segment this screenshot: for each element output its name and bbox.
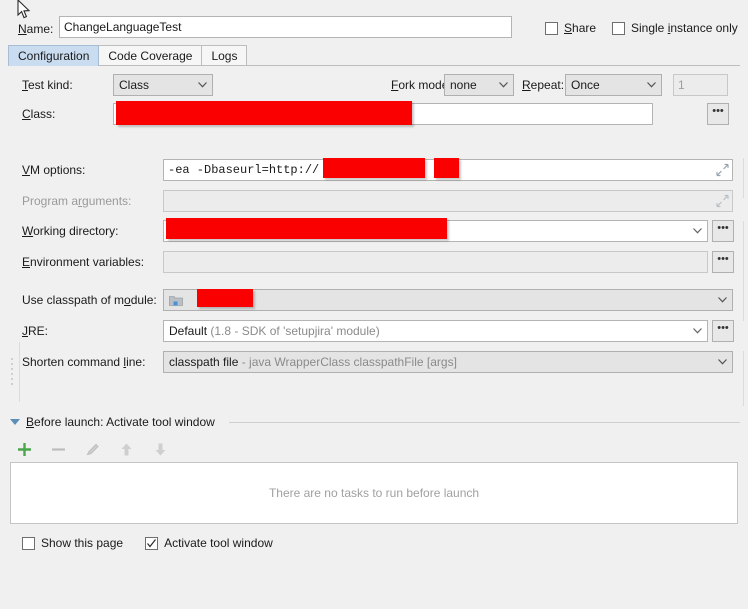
use-classpath-of-module-label: Use classpath of module: xyxy=(22,293,157,307)
chevron-down-icon xyxy=(714,290,730,310)
before-launch-header[interactable]: Before launch: Activate tool window xyxy=(10,415,740,429)
tab-code-coverage[interactable]: Code Coverage xyxy=(98,45,203,66)
ellipsis-icon: ••• xyxy=(717,322,729,334)
move-up-button xyxy=(114,437,138,461)
expand-icon xyxy=(715,194,730,209)
run-debug-configuration-dialog: Name: ChangeLanguageTest Share Single in… xyxy=(0,0,748,609)
repeat-value: Once xyxy=(571,78,600,92)
move-down-button xyxy=(148,437,172,461)
before-launch-task-list[interactable]: There are no tasks to run before launch xyxy=(10,462,738,524)
environment-variables-input xyxy=(163,251,708,273)
chevron-down-icon xyxy=(689,221,705,241)
class-redaction xyxy=(116,101,412,125)
configuration-panel: Test kind: Class Fork mode: none Repeat:… xyxy=(8,66,744,406)
edit-task-button xyxy=(80,437,104,461)
single-instance-checkbox-box[interactable] xyxy=(612,21,625,35)
working-directory-browse-button[interactable]: ••• xyxy=(712,220,734,242)
activate-tool-window-checkbox[interactable]: Activate tool window xyxy=(145,536,273,550)
ellipsis-icon: ••• xyxy=(717,253,729,265)
show-this-page-checkbox-label: Show this page xyxy=(41,536,124,550)
panel-divider-left xyxy=(19,342,20,402)
before-launch-title: Before launch: Activate tool window xyxy=(26,415,215,429)
before-launch-toolbar xyxy=(12,437,172,461)
single-instance-checkbox-label: Single instance only xyxy=(631,21,738,35)
activate-tool-window-checkbox-label: Activate tool window xyxy=(164,536,273,550)
repeat-combo[interactable]: Once xyxy=(565,74,662,96)
tab-bar: Configuration Code Coverage Logs xyxy=(8,44,248,66)
test-kind-label: Test kind: xyxy=(22,78,73,92)
repeat-label: Repeat: xyxy=(522,78,565,92)
use-classpath-of-module-redaction xyxy=(197,289,253,307)
vm-options-redaction-host xyxy=(323,158,425,178)
shorten-command-line-label: Shorten command line: xyxy=(22,355,146,369)
environment-variables-label: Environment variables: xyxy=(22,255,145,269)
share-checkbox-box[interactable] xyxy=(545,21,558,35)
tab-logs-label: Logs xyxy=(211,49,238,63)
tab-code-coverage-label: Code Coverage xyxy=(108,49,193,63)
collapse-triangle-icon[interactable] xyxy=(10,419,20,425)
program-arguments-input xyxy=(163,190,733,212)
show-this-page-checkbox[interactable]: Show this page xyxy=(22,536,123,550)
class-browse-button[interactable]: ••• xyxy=(707,103,729,125)
fork-mode-combo[interactable]: none xyxy=(444,74,514,96)
ellipsis-icon: ••• xyxy=(717,222,729,234)
repeat-count-input: 1 xyxy=(673,74,728,96)
shorten-command-line-value-hint: - java WrapperClass classpathFile [args] xyxy=(241,355,457,369)
ellipsis-icon: ••• xyxy=(712,105,724,117)
name-row: Name: ChangeLanguageTest Share Single in… xyxy=(0,8,748,38)
expand-icon[interactable] xyxy=(715,163,730,178)
panel-divider-2 xyxy=(743,221,744,321)
splitter-handle[interactable] xyxy=(10,355,15,389)
name-label: Name: xyxy=(18,22,54,36)
chevron-down-icon xyxy=(495,75,511,95)
test-kind-value: Class xyxy=(119,78,150,92)
chevron-down-icon xyxy=(643,75,659,95)
class-label: Class: xyxy=(22,107,56,121)
activate-tool-window-checkbox-box[interactable] xyxy=(145,536,159,550)
shorten-command-line-value: classpath file xyxy=(169,355,239,369)
jre-value: Default xyxy=(169,324,208,338)
chevron-down-icon xyxy=(689,321,705,341)
jre-browse-button[interactable]: ••• xyxy=(712,320,734,342)
fork-mode-label: Fork mode: xyxy=(391,78,452,92)
share-checkbox[interactable]: Share xyxy=(545,21,596,35)
chevron-down-icon xyxy=(714,352,730,372)
name-input[interactable]: ChangeLanguageTest xyxy=(59,16,512,38)
tab-logs[interactable]: Logs xyxy=(201,45,248,66)
before-launch-separator xyxy=(228,421,740,423)
fork-mode-value: none xyxy=(450,78,477,92)
add-task-button[interactable] xyxy=(12,437,36,461)
jre-value-hint: (1.8 - SDK of 'setupjira' module) xyxy=(210,324,380,338)
module-folder-icon xyxy=(169,294,183,307)
show-this-page-checkbox-box[interactable] xyxy=(22,536,35,550)
tab-configuration-label: Configuration xyxy=(18,49,90,63)
share-checkbox-label: Share xyxy=(564,21,597,35)
working-directory-label: Working directory: xyxy=(22,224,119,238)
panel-divider-1 xyxy=(743,158,744,198)
name-input-value: ChangeLanguageTest xyxy=(64,20,182,34)
vm-options-label: VM options: xyxy=(22,163,86,177)
remove-task-button xyxy=(46,437,70,461)
working-directory-redaction xyxy=(166,218,447,239)
bottom-checkbox-row: Show this page Activate tool window xyxy=(22,536,273,550)
test-kind-combo[interactable]: Class xyxy=(113,74,213,96)
jre-label: JRE: xyxy=(22,324,49,338)
vm-options-value-prefix: -ea -Dbaseurl=http:// xyxy=(168,163,320,177)
tab-configuration[interactable]: Configuration xyxy=(8,45,100,66)
chevron-down-icon xyxy=(194,75,210,95)
jre-combo[interactable]: Default (1.8 - SDK of 'setupjira' module… xyxy=(163,320,708,342)
environment-variables-browse-button[interactable]: ••• xyxy=(712,251,734,273)
panel-divider-3 xyxy=(743,351,744,406)
before-launch-empty-message: There are no tasks to run before launch xyxy=(268,486,480,500)
vm-options-redaction-port xyxy=(434,158,459,178)
single-instance-checkbox[interactable]: Single instance only xyxy=(612,21,738,35)
program-arguments-label: Program arguments: xyxy=(22,194,132,208)
repeat-count-value: 1 xyxy=(678,78,685,92)
shorten-command-line-combo[interactable]: classpath file - java WrapperClass class… xyxy=(163,351,733,373)
